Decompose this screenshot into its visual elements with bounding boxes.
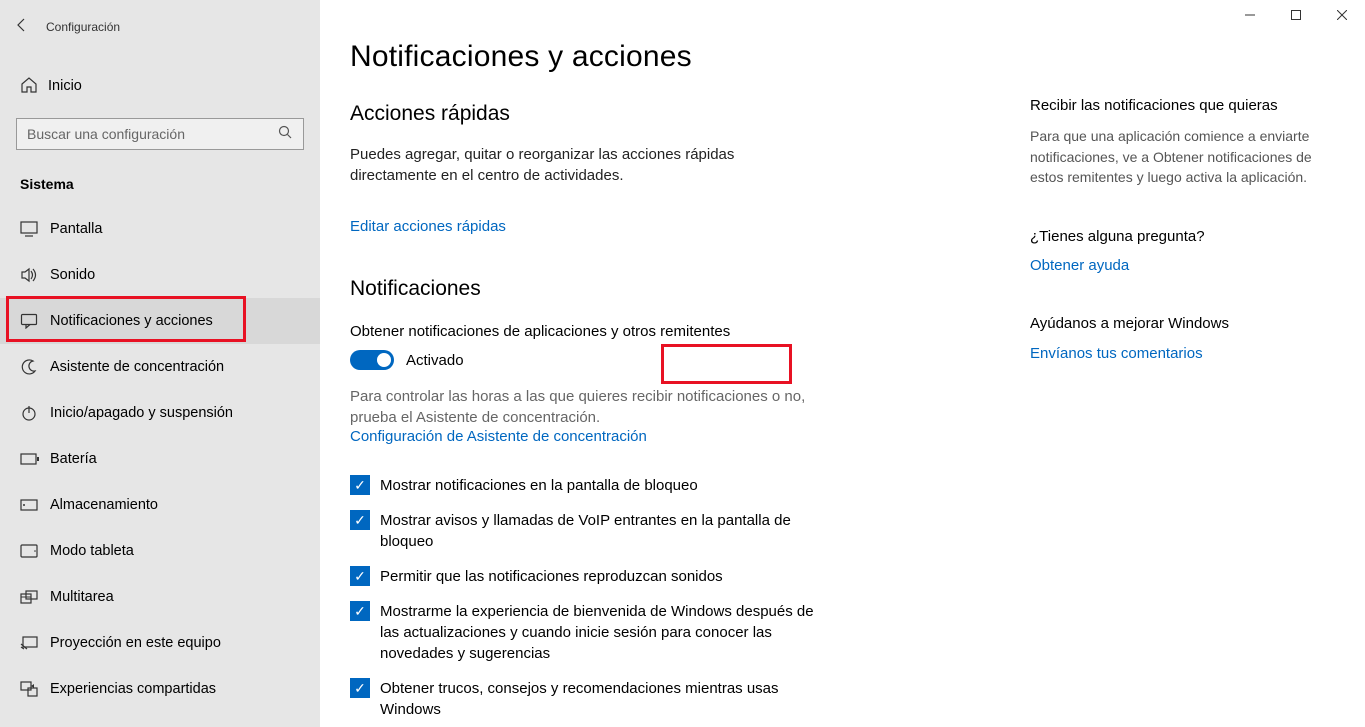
tablet-icon — [20, 542, 50, 560]
notifications-toggle[interactable] — [350, 350, 394, 370]
checkbox-icon[interactable]: ✓ — [350, 601, 370, 621]
back-arrow-icon[interactable] — [14, 17, 46, 38]
content: Notificaciones y acciones Acciones rápid… — [350, 40, 1030, 727]
checkbox-label: Mostrar notificaciones en la pantalla de… — [380, 475, 698, 496]
right-block-3: Ayúdanos a mejorar Windows Envíanos tus … — [1030, 314, 1320, 361]
checkbox-row[interactable]: ✓ Mostrar notificaciones en la pantalla … — [350, 475, 820, 496]
edit-quick-actions-link[interactable]: Editar acciones rápidas — [350, 218, 506, 235]
sidebar-item-notificaciones[interactable]: Notificaciones y acciones — [0, 298, 320, 344]
checkbox-label: Mostrarme la experiencia de bienvenida d… — [380, 601, 820, 664]
sidebar-item-label: Sonido — [50, 267, 95, 283]
home-label: Inicio — [48, 78, 82, 94]
checkbox-label: Permitir que las notificaciones reproduz… — [380, 566, 723, 587]
checkbox-icon[interactable]: ✓ — [350, 510, 370, 530]
power-icon — [20, 404, 50, 422]
right-heading: Ayúdanos a mejorar Windows — [1030, 314, 1320, 334]
sidebar-item-label: Almacenamiento — [50, 497, 158, 513]
storage-icon — [20, 496, 50, 514]
chat-icon — [20, 312, 50, 330]
sidebar-item-almacenamiento[interactable]: Almacenamiento — [0, 482, 320, 528]
sidebar-item-label: Batería — [50, 451, 97, 467]
monitor-icon — [20, 220, 50, 238]
multitask-icon — [20, 588, 50, 606]
right-heading: ¿Tienes alguna pregunta? — [1030, 227, 1320, 247]
quick-actions-body: Puedes agregar, quitar o reorganizar las… — [350, 144, 770, 186]
titlebar-controls — [1227, 0, 1365, 30]
search-icon — [278, 125, 293, 143]
right-body: Para que una aplicación comience a envia… — [1030, 126, 1320, 187]
sidebar-item-label: Experiencias compartidas — [50, 681, 216, 697]
shared-icon — [20, 680, 50, 698]
sidebar-item-experiencias[interactable]: Experiencias compartidas — [0, 666, 320, 712]
focus-assist-link[interactable]: Configuración de Asistente de concentrac… — [350, 428, 647, 445]
checkbox-icon[interactable]: ✓ — [350, 566, 370, 586]
battery-icon — [20, 450, 50, 468]
sidebar-item-pantalla[interactable]: Pantalla — [0, 206, 320, 252]
project-icon — [20, 634, 50, 652]
checkbox-icon[interactable]: ✓ — [350, 678, 370, 698]
right-panel: Recibir las notificaciones que quieras P… — [1030, 40, 1320, 727]
toggle-description: Obtener notificaciones de aplicaciones y… — [350, 323, 990, 340]
sidebar-home[interactable]: Inicio — [0, 68, 320, 104]
sound-icon — [20, 266, 50, 284]
sidebar: Configuración Inicio Sistema Pantalla So… — [0, 0, 320, 727]
app-title: Configuración — [46, 20, 120, 34]
maximize-button[interactable] — [1273, 0, 1319, 30]
page-title: Notificaciones y acciones — [350, 40, 990, 74]
checkbox-label: Mostrar avisos y llamadas de VoIP entran… — [380, 510, 820, 552]
toggle-state-label: Activado — [406, 352, 464, 369]
sidebar-item-multitarea[interactable]: Multitarea — [0, 574, 320, 620]
sidebar-item-label: Asistente de concentración — [50, 359, 224, 375]
right-block-1: Recibir las notificaciones que quieras P… — [1030, 96, 1320, 187]
sidebar-item-bateria[interactable]: Batería — [0, 436, 320, 482]
search-box[interactable] — [16, 118, 304, 150]
main: Notificaciones y acciones Acciones rápid… — [320, 0, 1365, 727]
right-heading: Recibir las notificaciones que quieras — [1030, 96, 1320, 116]
checkbox-icon[interactable]: ✓ — [350, 475, 370, 495]
quick-actions-heading: Acciones rápidas — [350, 102, 990, 126]
checkbox-row[interactable]: ✓ Permitir que las notificaciones reprod… — [350, 566, 820, 587]
toggle-row: Activado — [350, 350, 990, 370]
sidebar-item-label: Pantalla — [50, 221, 102, 237]
checkbox-row[interactable]: ✓ Obtener trucos, consejos y recomendaci… — [350, 678, 820, 720]
sidebar-item-label: Notificaciones y acciones — [50, 313, 213, 329]
get-help-link[interactable]: Obtener ayuda — [1030, 257, 1129, 274]
sidebar-item-sonido[interactable]: Sonido — [0, 252, 320, 298]
sidebar-item-tableta[interactable]: Modo tableta — [0, 528, 320, 574]
home-icon — [20, 76, 48, 97]
sidebar-item-label: Inicio/apagado y suspensión — [50, 405, 233, 421]
moon-icon — [20, 358, 50, 376]
search-input[interactable] — [27, 126, 278, 142]
checkbox-row[interactable]: ✓ Mostrarme la experiencia de bienvenida… — [350, 601, 820, 664]
sidebar-item-label: Proyección en este equipo — [50, 635, 221, 651]
assist-hours-text: Para controlar las horas a las que quier… — [350, 386, 810, 428]
sidebar-item-proyeccion[interactable]: Proyección en este equipo — [0, 620, 320, 666]
sidebar-item-asistente[interactable]: Asistente de concentración — [0, 344, 320, 390]
sidebar-item-inicio-apagado[interactable]: Inicio/apagado y suspensión — [0, 390, 320, 436]
checkbox-row[interactable]: ✓ Mostrar avisos y llamadas de VoIP entr… — [350, 510, 820, 552]
feedback-link[interactable]: Envíanos tus comentarios — [1030, 345, 1203, 362]
sidebar-item-label: Modo tableta — [50, 543, 134, 559]
sidebar-top: Configuración — [0, 8, 320, 40]
section-label: Sistema — [0, 176, 320, 192]
minimize-button[interactable] — [1227, 0, 1273, 30]
right-block-2: ¿Tienes alguna pregunta? Obtener ayuda — [1030, 227, 1320, 274]
close-button[interactable] — [1319, 0, 1365, 30]
notifications-heading: Notificaciones — [350, 277, 990, 301]
sidebar-item-label: Multitarea — [50, 589, 114, 605]
checkbox-label: Obtener trucos, consejos y recomendacion… — [380, 678, 820, 720]
